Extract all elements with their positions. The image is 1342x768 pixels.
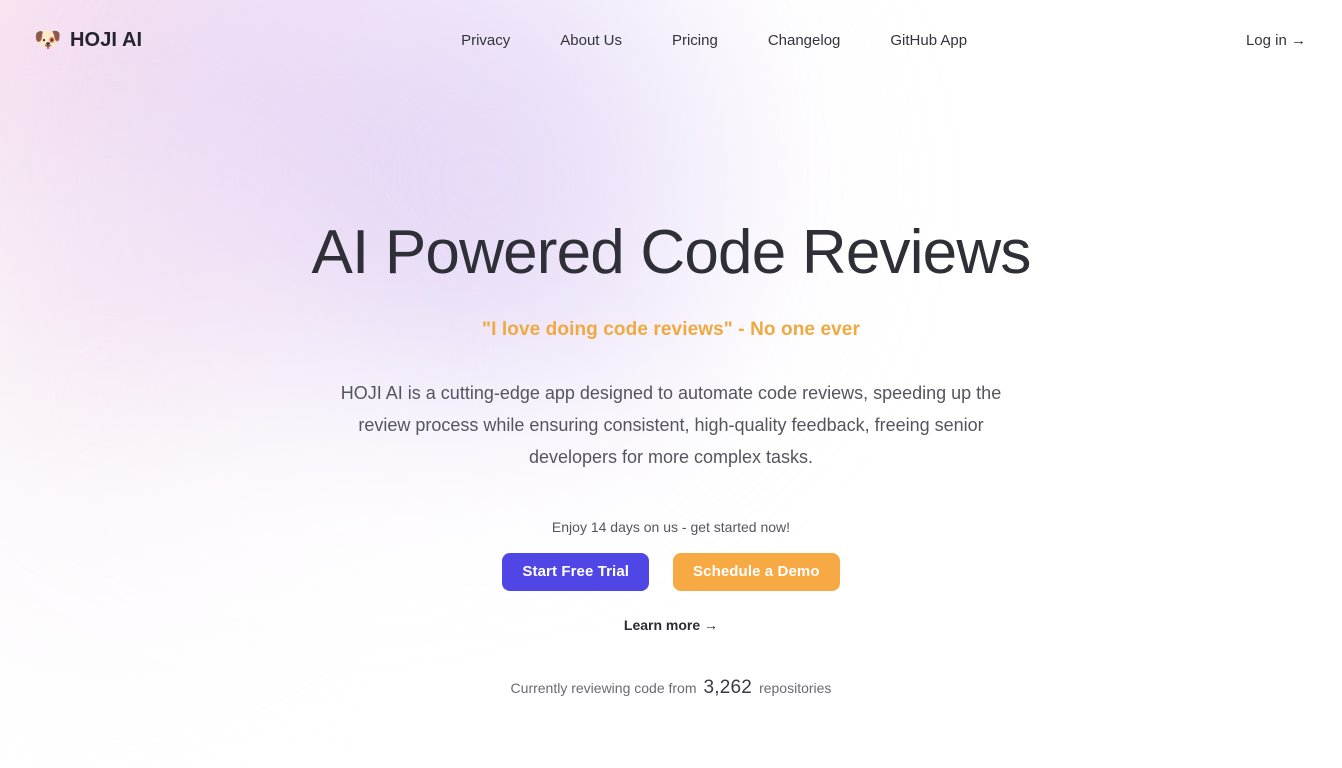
main-navigation: Privacy About Us Pricing Changelog GitHu… bbox=[182, 24, 1246, 57]
brand-logo-link[interactable]: 🐶 HOJI AI bbox=[34, 29, 142, 52]
free-trial-note: Enjoy 14 days on us - get started now! bbox=[551, 518, 791, 535]
nav-item-pricing[interactable]: Pricing bbox=[647, 24, 743, 57]
dog-face-logo-icon: 🐶 bbox=[34, 27, 62, 52]
brand-name: HOJI AI bbox=[70, 28, 143, 51]
repository-counter-suffix: repositories bbox=[759, 679, 832, 696]
site-header: 🐶 HOJI AI Privacy About Us Pricing Chang… bbox=[0, 0, 1342, 80]
nav-item-privacy[interactable]: Privacy bbox=[436, 24, 535, 57]
hero-section: AI Powered Code Reviews "I love doing co… bbox=[0, 80, 1342, 699]
nav-item-changelog[interactable]: Changelog bbox=[743, 24, 866, 57]
schedule-a-demo-button[interactable]: Schedule a Demo bbox=[673, 552, 840, 591]
hero-title: AI Powered Code Reviews bbox=[311, 218, 1031, 287]
nav-item-github-app[interactable]: GitHub App bbox=[865, 24, 992, 57]
repository-count-value: 3,262 bbox=[703, 676, 753, 698]
landing-page: 🐶 HOJI AI Privacy About Us Pricing Chang… bbox=[0, 0, 1342, 768]
learn-more-link[interactable]: Learn more → bbox=[624, 617, 718, 633]
repository-counter: Currently reviewing code from 3,262 repo… bbox=[0, 677, 1342, 699]
hero-description: HOJI AI is a cutting-edge app designed t… bbox=[340, 382, 1002, 467]
nav-item-about-us[interactable]: About Us bbox=[535, 24, 647, 57]
login-link[interactable]: Log in → bbox=[1246, 32, 1306, 49]
start-free-trial-button[interactable]: Start Free Trial bbox=[502, 552, 650, 591]
cta-button-row: Start Free Trial Schedule a Demo bbox=[0, 552, 1342, 591]
repository-counter-prefix: Currently reviewing code from bbox=[510, 679, 697, 696]
hero-tagline: "I love doing code reviews" - No one eve… bbox=[482, 318, 860, 340]
